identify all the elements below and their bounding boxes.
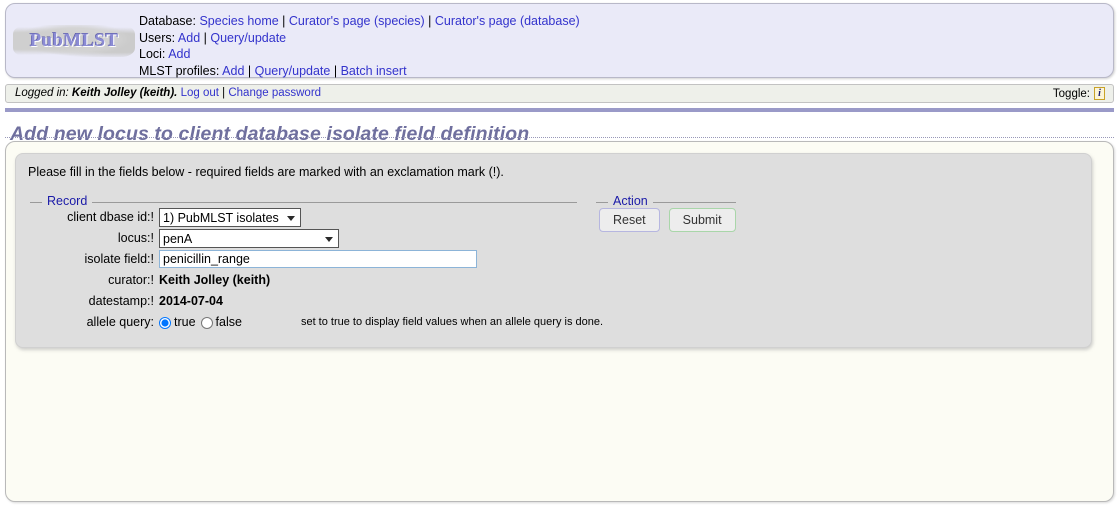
nav-row-mlst-profiles: MLST profiles: Add | Query/update | Batc… (139, 63, 407, 78)
logged-in-label: Logged in: (15, 87, 69, 99)
title-divider (5, 137, 1114, 138)
content-card: Please fill in the fields below - requir… (5, 141, 1114, 502)
value-curator: Keith Jolley (keith) (159, 273, 271, 287)
value-datestamp: 2014-07-04 (159, 294, 223, 308)
reset-button[interactable]: Reset (599, 208, 660, 232)
form-row-locus: locus:! penA (16, 229, 616, 250)
label-isolate-field: isolate field:! (84, 252, 154, 266)
auth-bar: Logged in: Keith Jolley (keith). Log out… (5, 84, 1114, 103)
fieldset-action-legend: Action (608, 194, 653, 208)
form-panel: Please fill in the fields below - requir… (15, 153, 1092, 348)
value-allele-query: true false set to true to display field … (159, 313, 603, 332)
label-datestamp: datestamp:! (88, 294, 154, 308)
form-row-client-dbase-id: client dbase id:! 1) PubMLST isolates (16, 208, 616, 229)
radio-input-allele-query-true[interactable] (159, 316, 171, 329)
nav-label-users: Users: (139, 30, 176, 45)
hint-allele-query: set to true to display field values when… (300, 316, 604, 328)
fieldset-action: Action (596, 194, 736, 208)
radio-option-allele-query-true[interactable]: true (159, 313, 196, 332)
log-out-link[interactable]: Log out (181, 87, 219, 99)
value-isolate-field (159, 250, 477, 269)
radio-group-allele-query: true false set to true to display field … (159, 313, 603, 332)
select-wrap-locus: penA (159, 229, 339, 249)
form-row-curator: curator:! Keith Jolley (keith) (16, 271, 616, 292)
value-client-dbase-id: 1) PubMLST isolates (159, 208, 301, 228)
select-client-dbase-id[interactable]: 1) PubMLST isolates (159, 208, 301, 227)
page-root: PubMLST Database: Species home | Curator… (0, 0, 1119, 507)
site-header: PubMLST Database: Species home | Curator… (5, 3, 1114, 78)
nav-link-species-home[interactable]: Species home (199, 14, 278, 28)
label-curator: curator:! (108, 273, 154, 287)
nav-row-database: Database: Species home | Curator's page … (139, 14, 580, 28)
auth-status: Logged in: Keith Jolley (keith). Log out… (15, 87, 321, 99)
value-locus: penA (159, 229, 339, 249)
label-client-dbase-id: client dbase id:! (67, 210, 154, 224)
header-navigation: Database: Species home | Curator's page … (139, 13, 580, 79)
info-icon[interactable]: i (1094, 87, 1105, 100)
toggle-control: Toggle: i (1053, 87, 1105, 100)
pubmlst-logo[interactable]: PubMLST (13, 25, 135, 57)
nav-link-profiles-add[interactable]: Add (222, 64, 244, 78)
record-form-rows: client dbase id:! 1) PubMLST isolates lo… (16, 208, 616, 334)
nav-link-curator-page-species[interactable]: Curator's page (species) (289, 14, 425, 28)
auth-separator: | (222, 87, 226, 99)
logo-text: PubMLST (29, 30, 119, 51)
radio-option-allele-query-false[interactable]: false (200, 313, 242, 332)
nav-row-loci: Loci: Add (139, 46, 580, 63)
nav-link-users-query-update[interactable]: Query/update (210, 31, 286, 45)
action-buttons: Reset Submit (599, 208, 736, 232)
nav-link-loci-add[interactable]: Add (168, 47, 190, 61)
nav-link-profiles-batch-insert[interactable]: Batch insert (341, 64, 407, 78)
form-row-datestamp: datestamp:! 2014-07-04 (16, 292, 616, 313)
form-row-isolate-field: isolate field:! (16, 250, 616, 271)
radio-label-allele-query-false: false (215, 315, 242, 329)
nav-label-mlst-profiles: MLST profiles: (139, 63, 220, 78)
nav-link-profiles-query-update[interactable]: Query/update (255, 64, 331, 78)
nav-link-curator-page-database[interactable]: Curator's page (database) (435, 14, 580, 28)
select-locus[interactable]: penA (159, 229, 339, 248)
toggle-label: Toggle: (1052, 87, 1090, 100)
submit-button[interactable]: Submit (668, 208, 736, 232)
label-locus: locus:! (117, 231, 154, 245)
logged-in-username: Keith Jolley (keith). (71, 87, 178, 99)
select-wrap-client-dbase-id: 1) PubMLST isolates (159, 208, 301, 228)
radio-input-allele-query-false[interactable] (200, 316, 213, 329)
input-isolate-field[interactable] (159, 250, 477, 268)
fieldset-record-legend: Record (42, 194, 93, 208)
title-accent-rule (5, 108, 1114, 112)
form-intro-text: Please fill in the fields below - requir… (28, 165, 504, 179)
nav-link-users-add[interactable]: Add (178, 31, 200, 45)
label-allele-query: allele query: (86, 315, 154, 329)
form-row-allele-query: allele query: true false set to true to … (16, 313, 616, 334)
change-password-link[interactable]: Change password (228, 87, 321, 99)
nav-label-loci: Loci: (139, 47, 166, 61)
nav-label-database: Database: (139, 14, 196, 28)
nav-row-users: Users: Add | Query/update (139, 30, 287, 45)
radio-label-allele-query-true: true (174, 315, 196, 329)
fieldset-record: Record (30, 194, 577, 208)
